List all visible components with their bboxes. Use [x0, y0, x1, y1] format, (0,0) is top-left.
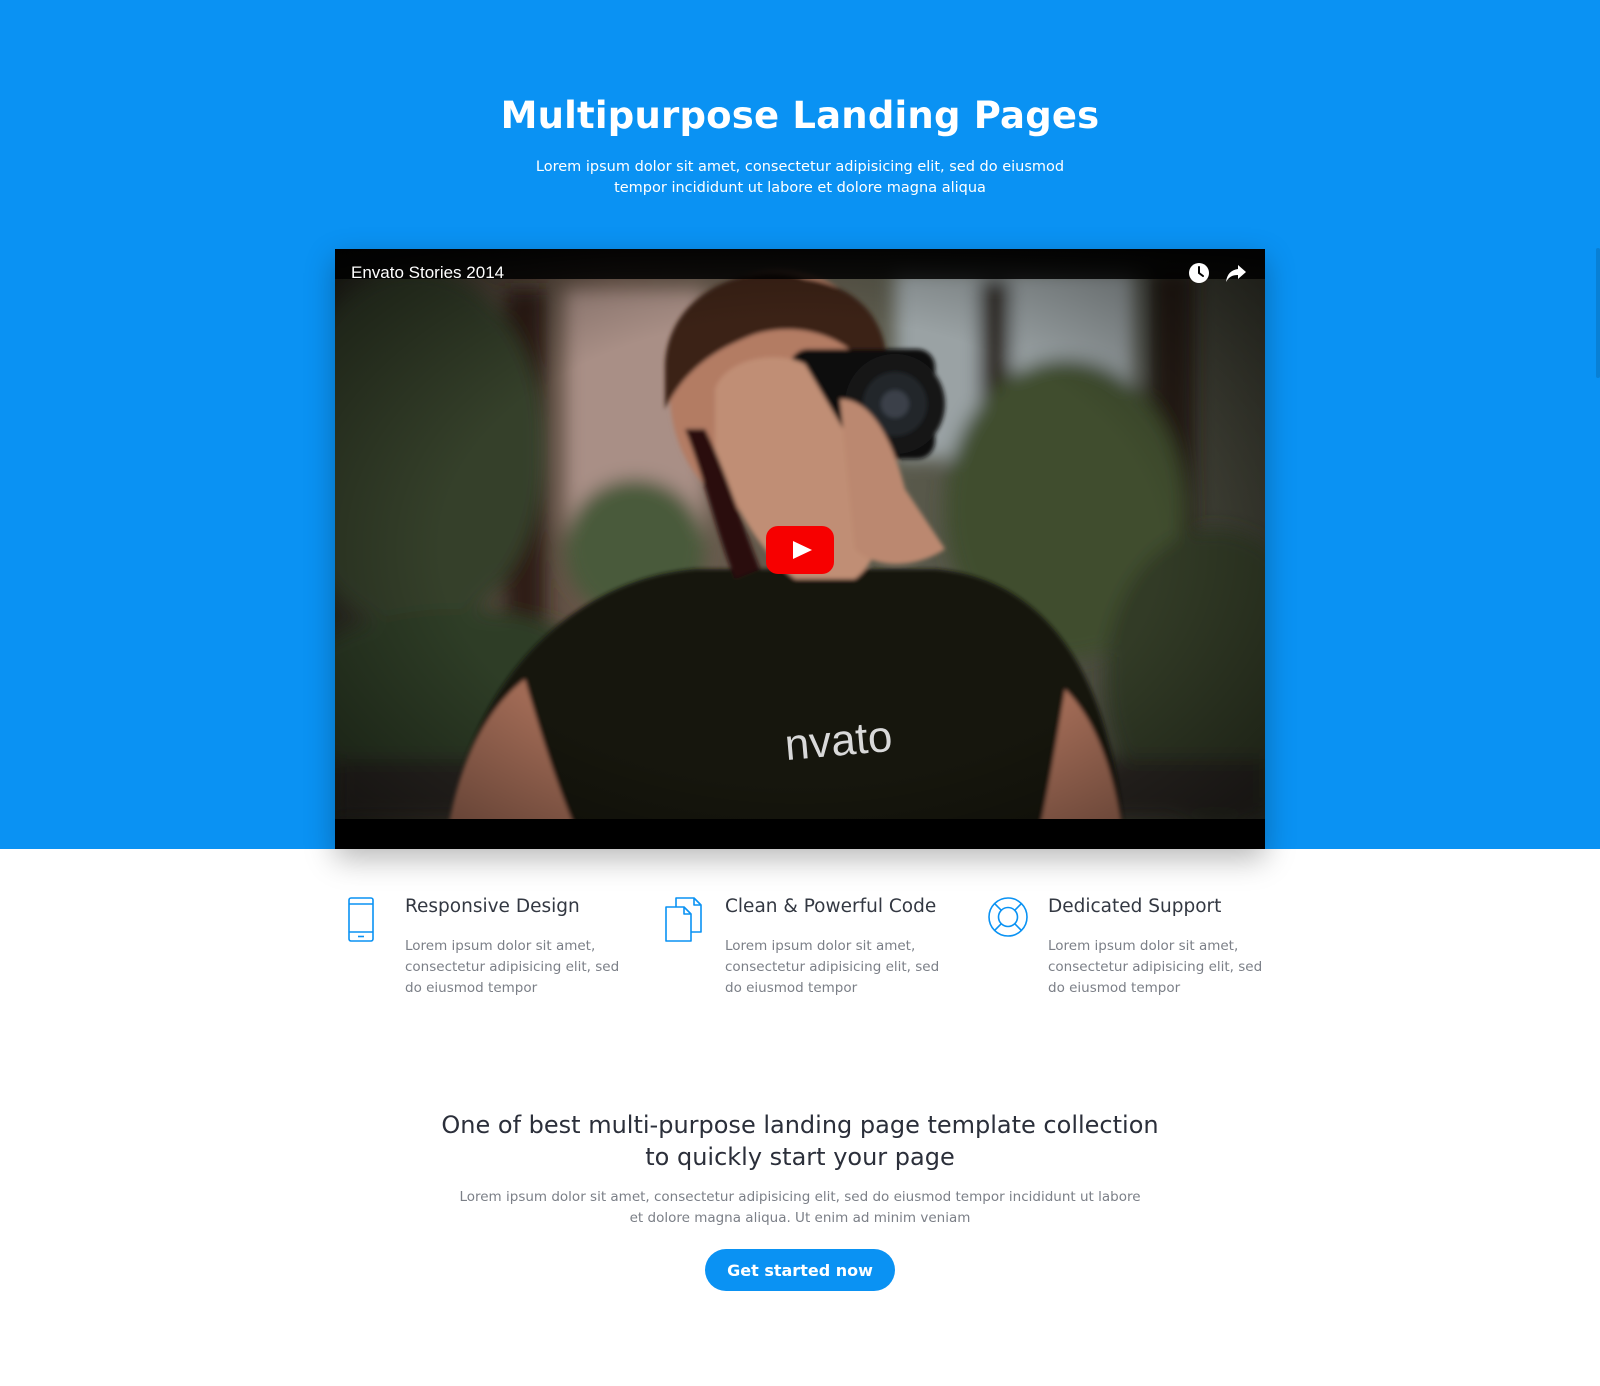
hero-title: Multipurpose Landing Pages [500, 94, 1100, 137]
feature-description: Lorem ipsum dolor sit amet, consectetur … [405, 938, 620, 996]
cta-text: Lorem ipsum dolor sit amet, consectetur … [459, 1189, 1141, 1226]
share-arrow-icon[interactable] [1225, 262, 1247, 284]
clock-icon[interactable] [1188, 262, 1210, 284]
mobile-phone-icon [348, 897, 374, 942]
lifebuoy-icon [988, 897, 1028, 937]
video-title[interactable]: Envato Stories 2014 [351, 263, 504, 283]
video-player[interactable]: nvato Envato Stories 2014 [335, 249, 1265, 849]
hero-subtitle: Lorem ipsum dolor sit amet, consectetur … [535, 159, 1065, 196]
cta-heading: One of best multi-purpose landing page t… [441, 1111, 1159, 1171]
feature-title: Dedicated Support [1048, 896, 1222, 917]
features-row: Responsive Design Lorem ipsum dolor sit … [335, 896, 1265, 1016]
youtube-play-button[interactable] [766, 526, 834, 574]
feature-title: Responsive Design [405, 896, 580, 917]
youtube-play-icon [793, 541, 812, 559]
feature-title: Clean & Powerful Code [725, 896, 937, 917]
feature-description: Lorem ipsum dolor sit amet, consectetur … [1048, 938, 1263, 996]
scrollbar-thumb[interactable] [1596, 248, 1600, 378]
documents-icon [665, 897, 702, 942]
feature-description: Lorem ipsum dolor sit amet, consectetur … [725, 938, 940, 996]
get-started-button[interactable]: Get started now [705, 1249, 895, 1291]
